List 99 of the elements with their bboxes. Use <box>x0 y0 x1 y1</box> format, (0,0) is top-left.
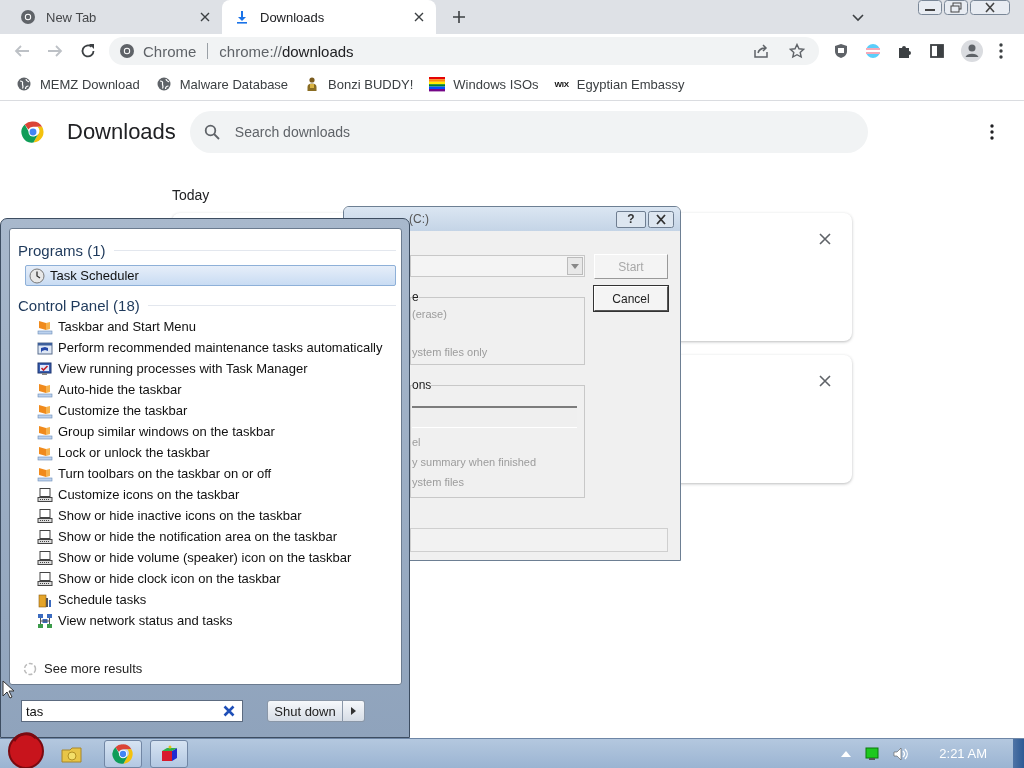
site-label: Chrome <box>143 42 197 60</box>
menu-icon[interactable] <box>999 43 1003 59</box>
network-status-icon[interactable] <box>865 746 880 761</box>
network-icon <box>37 612 53 629</box>
result-item[interactable]: Show or hide the notification area on the taskbar <box>25 526 396 547</box>
computer-icon <box>37 486 53 503</box>
browser-logo-icon <box>119 43 135 59</box>
tools-book-icon <box>37 591 53 608</box>
search-icon <box>203 124 220 140</box>
bookmark-link[interactable]: Windows ISOs <box>429 76 539 92</box>
browser-tab[interactable]: New Tab <box>8 0 222 34</box>
option-label: el <box>412 436 422 448</box>
share-icon[interactable] <box>753 43 769 59</box>
section-heading: Control Panel (18) <box>18 296 140 314</box>
help-button[interactable]: ? <box>616 210 646 228</box>
browser-logo-icon <box>21 120 45 144</box>
bookmark-link[interactable]: WIX Egyptian Embassy <box>554 76 685 92</box>
result-item[interactable]: Customize the taskbar <box>25 400 396 421</box>
group-heading: ons <box>412 378 432 392</box>
clear-icon[interactable] <box>223 705 235 718</box>
close-icon[interactable] <box>970 0 1010 15</box>
dialog-button[interactable]: Cancel <box>594 286 668 311</box>
taskbar-button[interactable] <box>150 739 188 768</box>
menu-icon[interactable] <box>990 124 994 140</box>
see-more-link[interactable]: See more results <box>22 660 396 677</box>
close-icon[interactable] <box>414 12 424 22</box>
taskbar-button[interactable] <box>104 739 142 768</box>
option-label: ystem files only <box>412 346 489 358</box>
result-item[interactable]: Group similar windows on the taskbar <box>25 421 396 442</box>
section-heading: Programs (1) <box>18 241 106 259</box>
date-heading: Today <box>172 187 211 203</box>
option-label: y summary when finished <box>412 456 538 468</box>
taskbar-settings-icon <box>37 402 53 419</box>
browser-logo-icon <box>112 742 134 765</box>
options-arrow-button[interactable] <box>343 700 365 723</box>
group-heading: e <box>412 290 419 304</box>
speaker-icon[interactable] <box>893 746 910 761</box>
browser-logo-icon <box>20 9 36 25</box>
url-text: chrome://downloads <box>219 42 354 60</box>
close-icon[interactable] <box>819 375 831 387</box>
result-item[interactable]: Turn toolbars on the taskbar on or off <box>25 463 396 484</box>
star-icon[interactable] <box>789 43 805 59</box>
restore-icon[interactable] <box>944 0 968 15</box>
window-flag-icon <box>37 339 53 356</box>
caret-down-icon[interactable] <box>852 14 864 22</box>
close-icon[interactable] <box>648 210 674 228</box>
result-item[interactable]: Show or hide volume (speaker) icon on the taskbar <box>25 547 396 568</box>
puzzle-icon[interactable] <box>897 43 913 59</box>
close-icon[interactable] <box>200 12 210 22</box>
dropdown-field[interactable] <box>410 255 585 277</box>
cursor-icon <box>2 680 16 700</box>
computer-icon <box>37 570 53 587</box>
result-item[interactable]: Taskbar and Start Menu <box>25 316 396 337</box>
result-item[interactable]: Show or hide inactive icons on the taskbar <box>25 505 396 526</box>
search-field[interactable]: Search downloads <box>189 111 868 153</box>
option-label: (erase) <box>412 308 448 320</box>
plus-icon[interactable] <box>452 10 466 24</box>
result-item[interactable]: Customize icons on the taskbar <box>25 484 396 505</box>
search-field[interactable]: tas <box>21 700 243 723</box>
result-item[interactable]: Show or hide clock icon on the taskbar <box>25 568 396 589</box>
page-title: Downloads <box>67 119 176 145</box>
result-item[interactable]: Task Scheduler <box>25 265 396 286</box>
minimize-icon[interactable] <box>918 0 942 15</box>
globe-icon <box>16 76 32 92</box>
close-icon[interactable] <box>819 233 831 245</box>
taskbar-settings-icon <box>37 444 53 461</box>
taskbar-settings-icon <box>37 423 53 440</box>
clock-icon <box>29 267 45 284</box>
bookmark-link[interactable]: Bonzi BUDDY! <box>304 76 414 92</box>
taskbar-settings-icon <box>37 465 53 482</box>
rainbow-flag-icon <box>429 76 446 92</box>
result-item[interactable]: View running processes with Task Manager <box>25 358 396 379</box>
text-field[interactable] <box>412 406 577 428</box>
computer-icon <box>37 549 53 566</box>
search-ring-icon <box>22 660 38 677</box>
result-item[interactable]: Schedule tasks <box>25 589 396 610</box>
download-icon <box>234 9 250 25</box>
shield-icon[interactable] <box>833 43 849 59</box>
profile-avatar-icon[interactable] <box>961 40 983 62</box>
browser-tab[interactable]: Downloads <box>222 0 436 34</box>
monitor-check-icon <box>37 360 53 377</box>
result-item[interactable]: Lock or unlock the taskbar <box>25 442 396 463</box>
reload-icon[interactable] <box>80 43 96 59</box>
computer-icon <box>37 528 53 545</box>
bookmark-link[interactable]: Malware Database <box>155 76 289 92</box>
computer-icon <box>37 507 53 524</box>
result-item[interactable]: View network status and tasks <box>25 610 396 631</box>
dialog-title: (C:) <box>409 212 430 226</box>
shut-down-button[interactable]: Shut down <box>267 700 343 723</box>
result-item[interactable]: Perform recommended maintenance tasks automatically <box>25 337 396 358</box>
taskbar-settings-icon <box>37 318 53 335</box>
globe-icon <box>155 76 172 92</box>
option-label: ystem files <box>412 476 465 488</box>
result-item[interactable]: Auto-hide the taskbar <box>25 379 396 400</box>
triangle-right-icon <box>351 707 356 716</box>
taskbar-settings-icon <box>37 381 53 398</box>
side-panel-icon[interactable] <box>929 43 945 59</box>
bookmark-link[interactable]: MEMZ Download <box>16 76 140 92</box>
address-bar[interactable]: Chrome chrome://downloads <box>109 37 819 65</box>
